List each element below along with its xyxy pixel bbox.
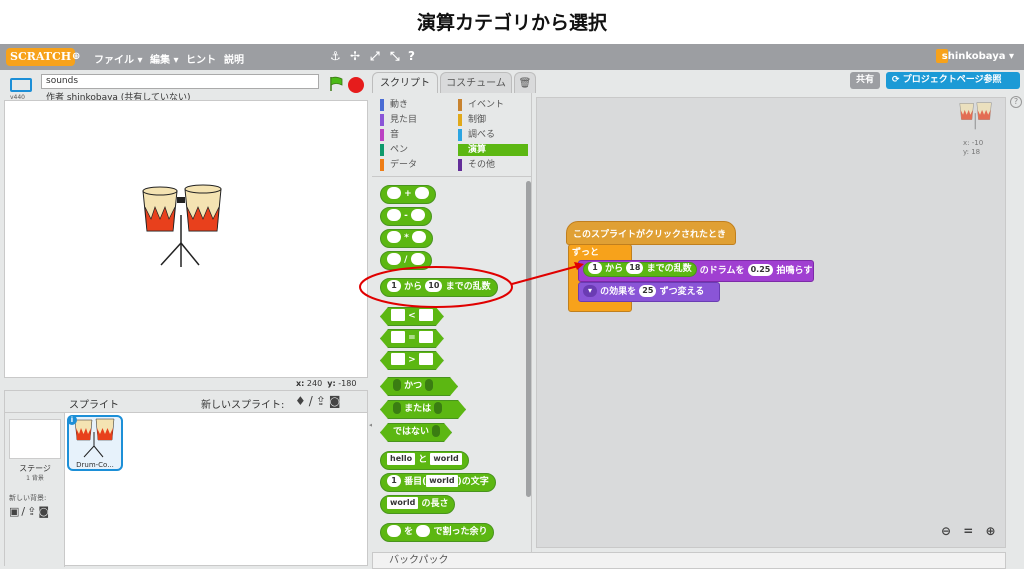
highlight-ellipse (359, 266, 513, 308)
annotation-overlay (359, 262, 584, 308)
annotation-arrow (511, 265, 579, 285)
annotation-arrowhead (574, 262, 584, 270)
